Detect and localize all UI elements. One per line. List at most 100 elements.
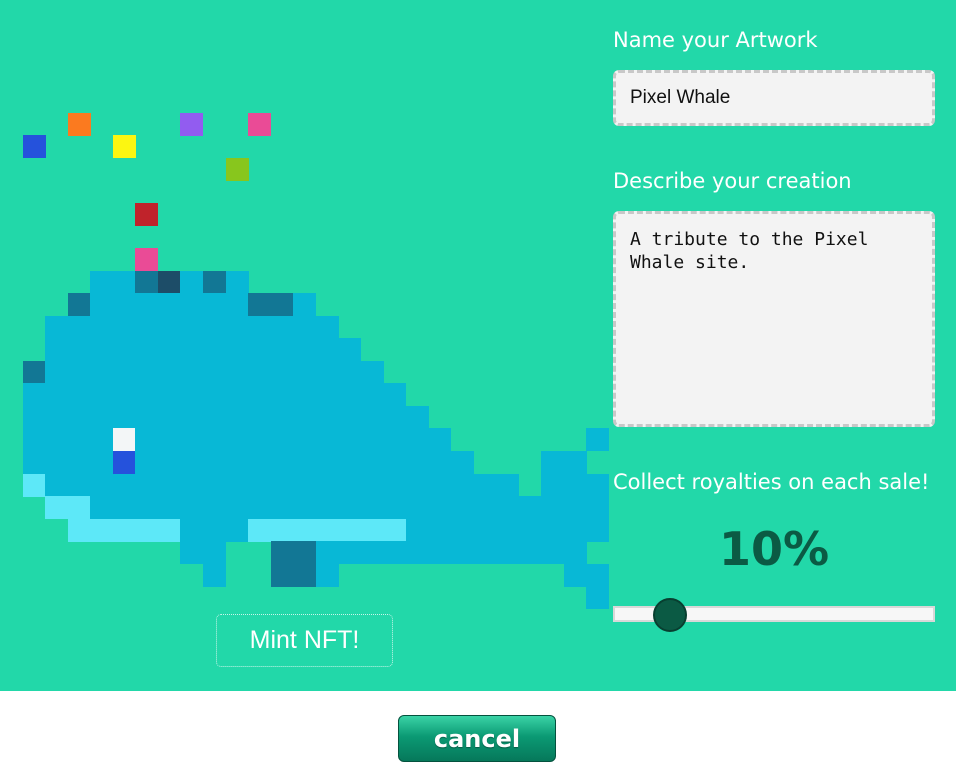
pixel	[135, 473, 159, 497]
pixel	[248, 338, 272, 362]
pixel	[293, 428, 317, 452]
pixel	[112, 518, 136, 542]
pixel	[225, 383, 249, 407]
pixel	[586, 518, 610, 542]
pixel	[135, 270, 159, 294]
pixel	[383, 473, 407, 497]
pixel	[270, 451, 294, 474]
pixel	[270, 563, 294, 587]
pixel	[157, 315, 181, 339]
pixel	[112, 383, 136, 407]
pixel	[541, 496, 565, 520]
pixel	[428, 451, 452, 474]
pixel	[360, 360, 384, 384]
pixel	[90, 473, 114, 497]
pixel	[293, 473, 317, 497]
royalty-slider[interactable]	[613, 596, 935, 634]
pixel	[315, 451, 339, 474]
pixel	[586, 563, 610, 587]
mint-nft-panel: Mint NFT! Name your Artwork Describe you…	[0, 0, 956, 691]
pixel	[315, 360, 339, 384]
pixel	[67, 496, 91, 520]
pixel	[586, 428, 610, 452]
pixel	[451, 473, 474, 497]
pixel	[248, 405, 272, 429]
pixel	[541, 541, 565, 565]
pixel	[383, 451, 407, 474]
pixel	[360, 405, 384, 429]
pixel	[360, 428, 384, 452]
pixel	[270, 383, 294, 407]
pixel	[135, 338, 159, 362]
pixel	[135, 293, 159, 317]
pixel	[225, 518, 249, 542]
pixel	[518, 496, 542, 520]
pixel	[541, 473, 565, 497]
pixel	[90, 315, 114, 339]
pixel	[90, 338, 114, 362]
pixel	[293, 293, 317, 317]
cancel-button[interactable]: cancel	[398, 715, 556, 762]
pixel	[45, 315, 69, 339]
pixel	[563, 563, 587, 587]
pixel	[428, 428, 452, 452]
pixel	[405, 428, 429, 452]
pixel	[541, 518, 565, 542]
pixel	[225, 360, 249, 384]
pixel	[180, 473, 204, 497]
description-textarea[interactable]: A tribute to the Pixel Whale site.	[613, 211, 935, 427]
pixel	[338, 541, 362, 565]
pixel	[315, 338, 339, 362]
pixel	[293, 496, 317, 520]
pixel	[22, 451, 46, 474]
pixel	[496, 518, 520, 542]
pixel	[315, 315, 339, 339]
pixel	[180, 112, 204, 136]
pixel	[203, 338, 226, 362]
pixel	[248, 360, 272, 384]
pixel	[22, 360, 46, 384]
pixel	[45, 338, 69, 362]
pixel	[203, 293, 226, 317]
pixel	[203, 541, 226, 565]
pixel	[293, 338, 317, 362]
pixel	[90, 518, 114, 542]
pixel	[225, 428, 249, 452]
pixel	[22, 473, 46, 497]
pixel	[180, 428, 204, 452]
pixel	[496, 541, 520, 565]
pixel	[293, 405, 317, 429]
pixel	[405, 518, 429, 542]
pixel	[203, 451, 226, 474]
pixel	[270, 315, 294, 339]
pixel	[563, 496, 587, 520]
pixel	[157, 473, 181, 497]
pixel	[563, 518, 587, 542]
pixel	[270, 405, 294, 429]
pixel	[293, 541, 317, 565]
pixel	[112, 135, 136, 159]
pixel	[338, 383, 362, 407]
pixel	[518, 541, 542, 565]
artwork-name-input[interactable]	[613, 70, 935, 126]
mint-nft-button[interactable]: Mint NFT!	[216, 614, 393, 667]
pixel	[270, 541, 294, 565]
pixel	[451, 451, 474, 474]
pixel	[203, 315, 226, 339]
pixel	[248, 451, 272, 474]
slider-thumb[interactable]	[653, 598, 688, 632]
pixel	[157, 360, 181, 384]
pixel	[225, 405, 249, 429]
pixel	[338, 428, 362, 452]
pixel	[112, 360, 136, 384]
pixel	[360, 383, 384, 407]
pixel	[135, 315, 159, 339]
pixel	[451, 496, 474, 520]
pixel	[135, 248, 159, 272]
pixel	[112, 473, 136, 497]
pixel	[586, 473, 610, 497]
pixel	[67, 338, 91, 362]
pixel	[518, 518, 542, 542]
pixel	[248, 112, 272, 136]
pixel	[428, 496, 452, 520]
